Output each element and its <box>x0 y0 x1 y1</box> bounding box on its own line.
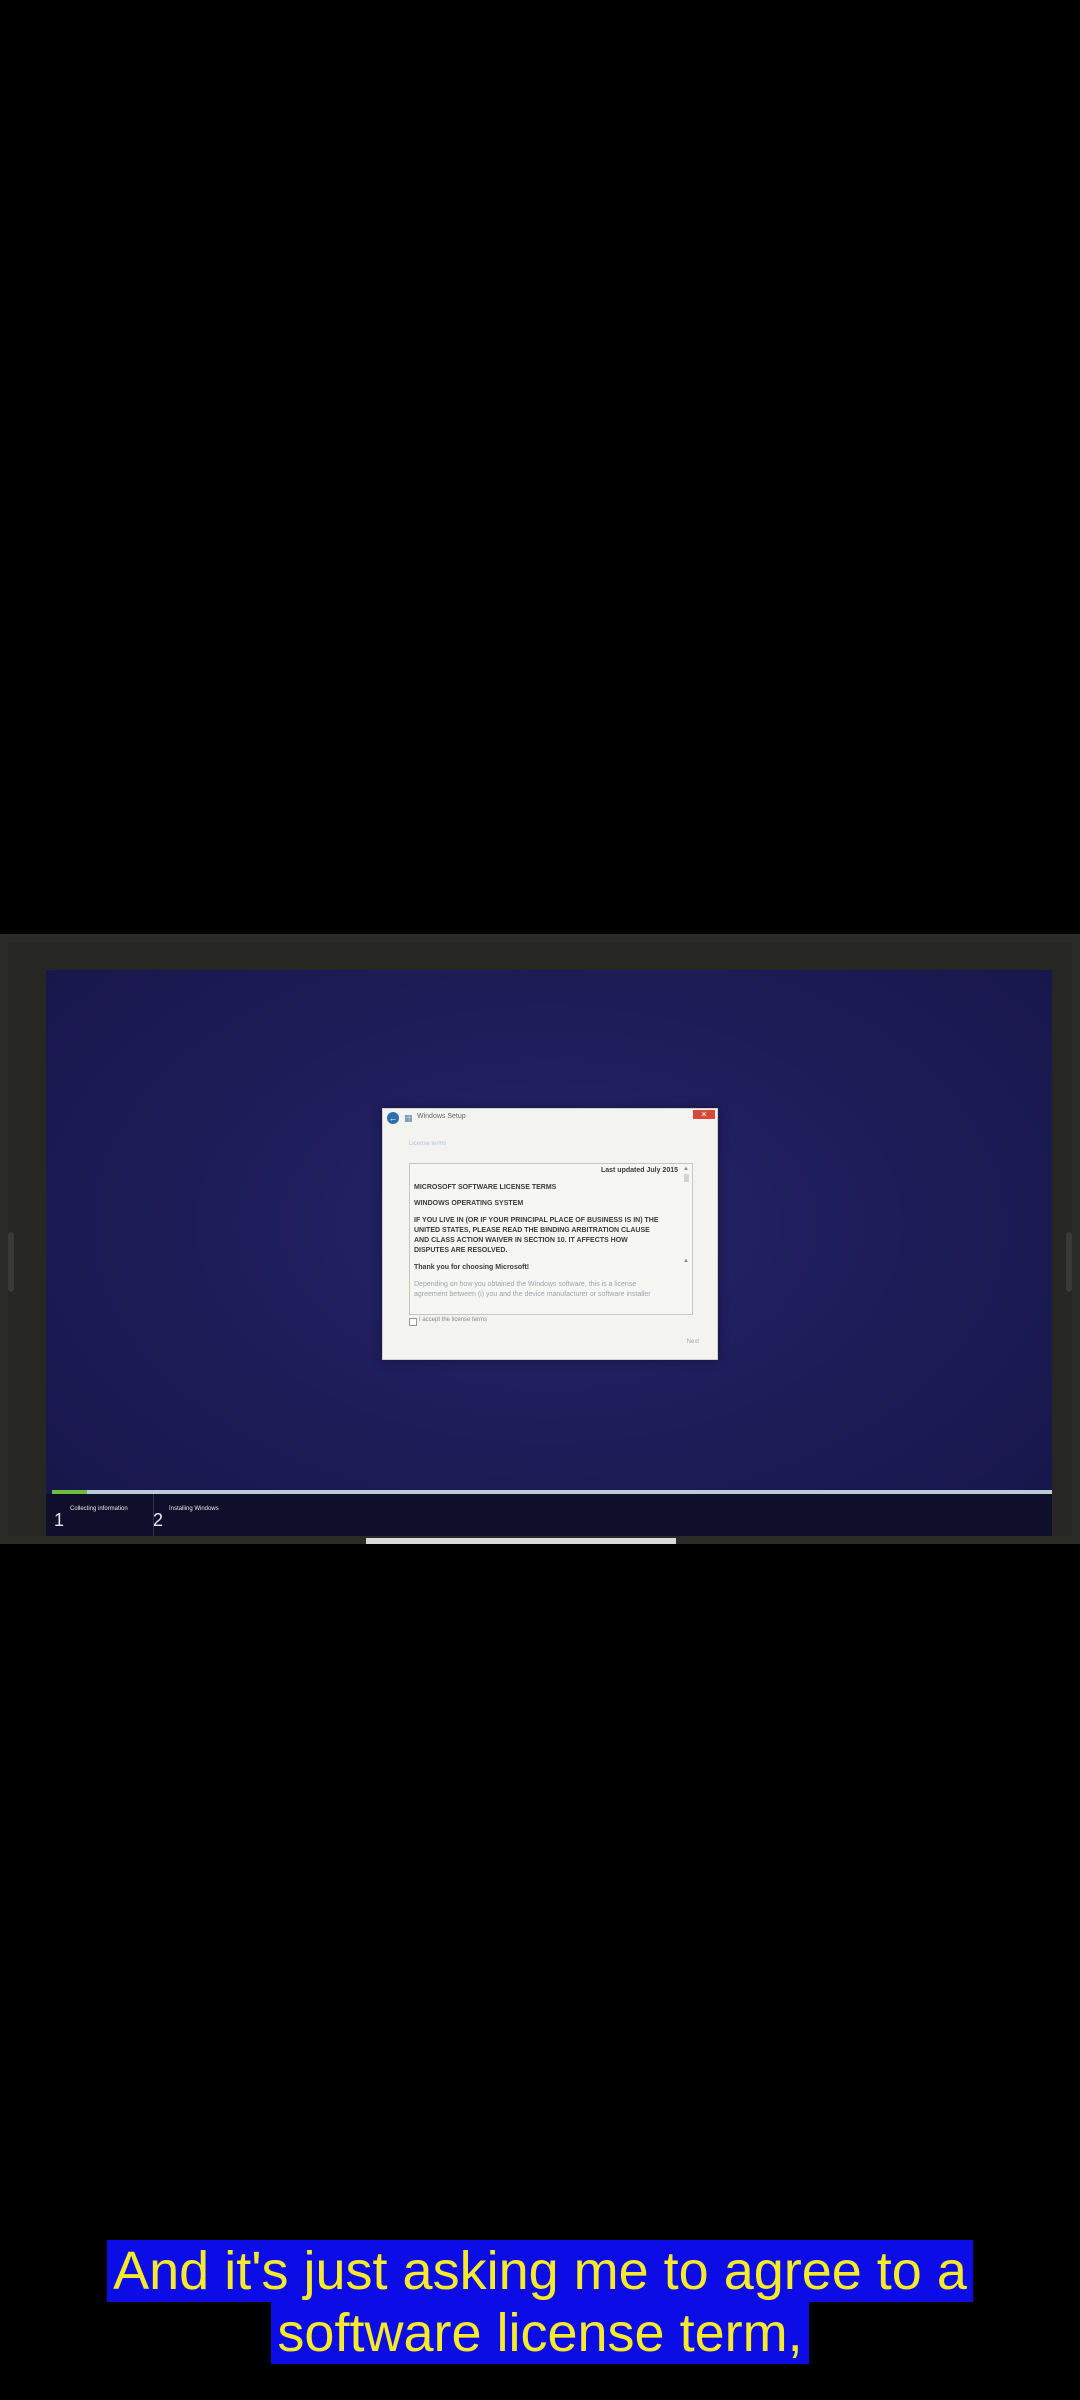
license-arbitration-line: IF YOU LIVE IN (OR IF YOUR PRINCIPAL PLA… <box>414 1217 659 1224</box>
scroll-down-icon[interactable]: ▲ <box>683 1258 689 1264</box>
bezel-button <box>8 1232 14 1292</box>
close-button[interactable]: ✕ <box>693 1110 715 1119</box>
monitor-bezel: ← ▦ Windows Setup ✕ License terms ▲ ▲ La… <box>8 942 1072 1536</box>
caption-line-1: And it's just asking me to agree to a <box>107 2240 973 2302</box>
dialog-titlebar: ← ▦ Windows Setup ✕ <box>383 1109 717 1127</box>
bezel-button <box>1066 1232 1072 1292</box>
step-label: Collecting information <box>70 1506 128 1512</box>
monitor-stand-edge <box>366 1538 676 1544</box>
license-title: MICROSOFT SOFTWARE LICENSE TERMS <box>414 1184 557 1191</box>
license-product: WINDOWS OPERATING SYSTEM <box>414 1200 524 1207</box>
license-arbitration-line: UNITED STATES, PLEASE READ THE BINDING A… <box>414 1227 650 1234</box>
license-arbitration-line: AND CLASS ACTION WAIVER IN SECTION 10. I… <box>414 1237 628 1244</box>
accept-license-checkbox[interactable] <box>409 1318 417 1326</box>
dialog-heading: License terms <box>409 1141 447 1147</box>
license-body-line: Depending on how you obtained the Window… <box>414 1281 637 1288</box>
back-arrow-icon[interactable]: ← <box>387 1112 399 1124</box>
step-label: Installing Windows <box>169 1506 219 1512</box>
license-thanks: Thank you for choosing Microsoft! <box>414 1264 530 1271</box>
windows-setup-icon: ▦ <box>404 1113 413 1123</box>
accept-license-label[interactable]: I accept the license terms <box>419 1317 487 1323</box>
scroll-up-icon[interactable]: ▲ <box>683 1166 689 1172</box>
license-body-line: agreement between (i) you and the device… <box>414 1291 651 1298</box>
next-button[interactable]: Next <box>687 1339 699 1345</box>
setup-steps-bar: 1 Collecting information 2 Installing Wi… <box>46 1494 1052 1536</box>
license-last-updated: Last updated July 2015 <box>600 1167 678 1174</box>
windows-setup-dialog: ← ▦ Windows Setup ✕ License terms ▲ ▲ La… <box>382 1108 718 1360</box>
step-number: 1 <box>54 1510 65 1530</box>
caption-line-2: software license term, <box>271 2302 809 2364</box>
setup-screen: ← ▦ Windows Setup ✕ License terms ▲ ▲ La… <box>46 970 1052 1536</box>
license-terms-textbox[interactable]: ▲ ▲ Last updated July 2015 MICROSOFT SOF… <box>409 1163 693 1315</box>
scrollbar-thumb[interactable] <box>684 1174 689 1182</box>
step-number: 2 <box>153 1510 164 1530</box>
license-arbitration-line: DISPUTES ARE RESOLVED. <box>414 1247 508 1254</box>
dialog-title: Windows Setup <box>417 1113 466 1120</box>
video-frame: ← ▦ Windows Setup ✕ License terms ▲ ▲ La… <box>0 934 1080 1544</box>
video-caption: And it's just asking me to agree to a so… <box>0 2240 1080 2364</box>
